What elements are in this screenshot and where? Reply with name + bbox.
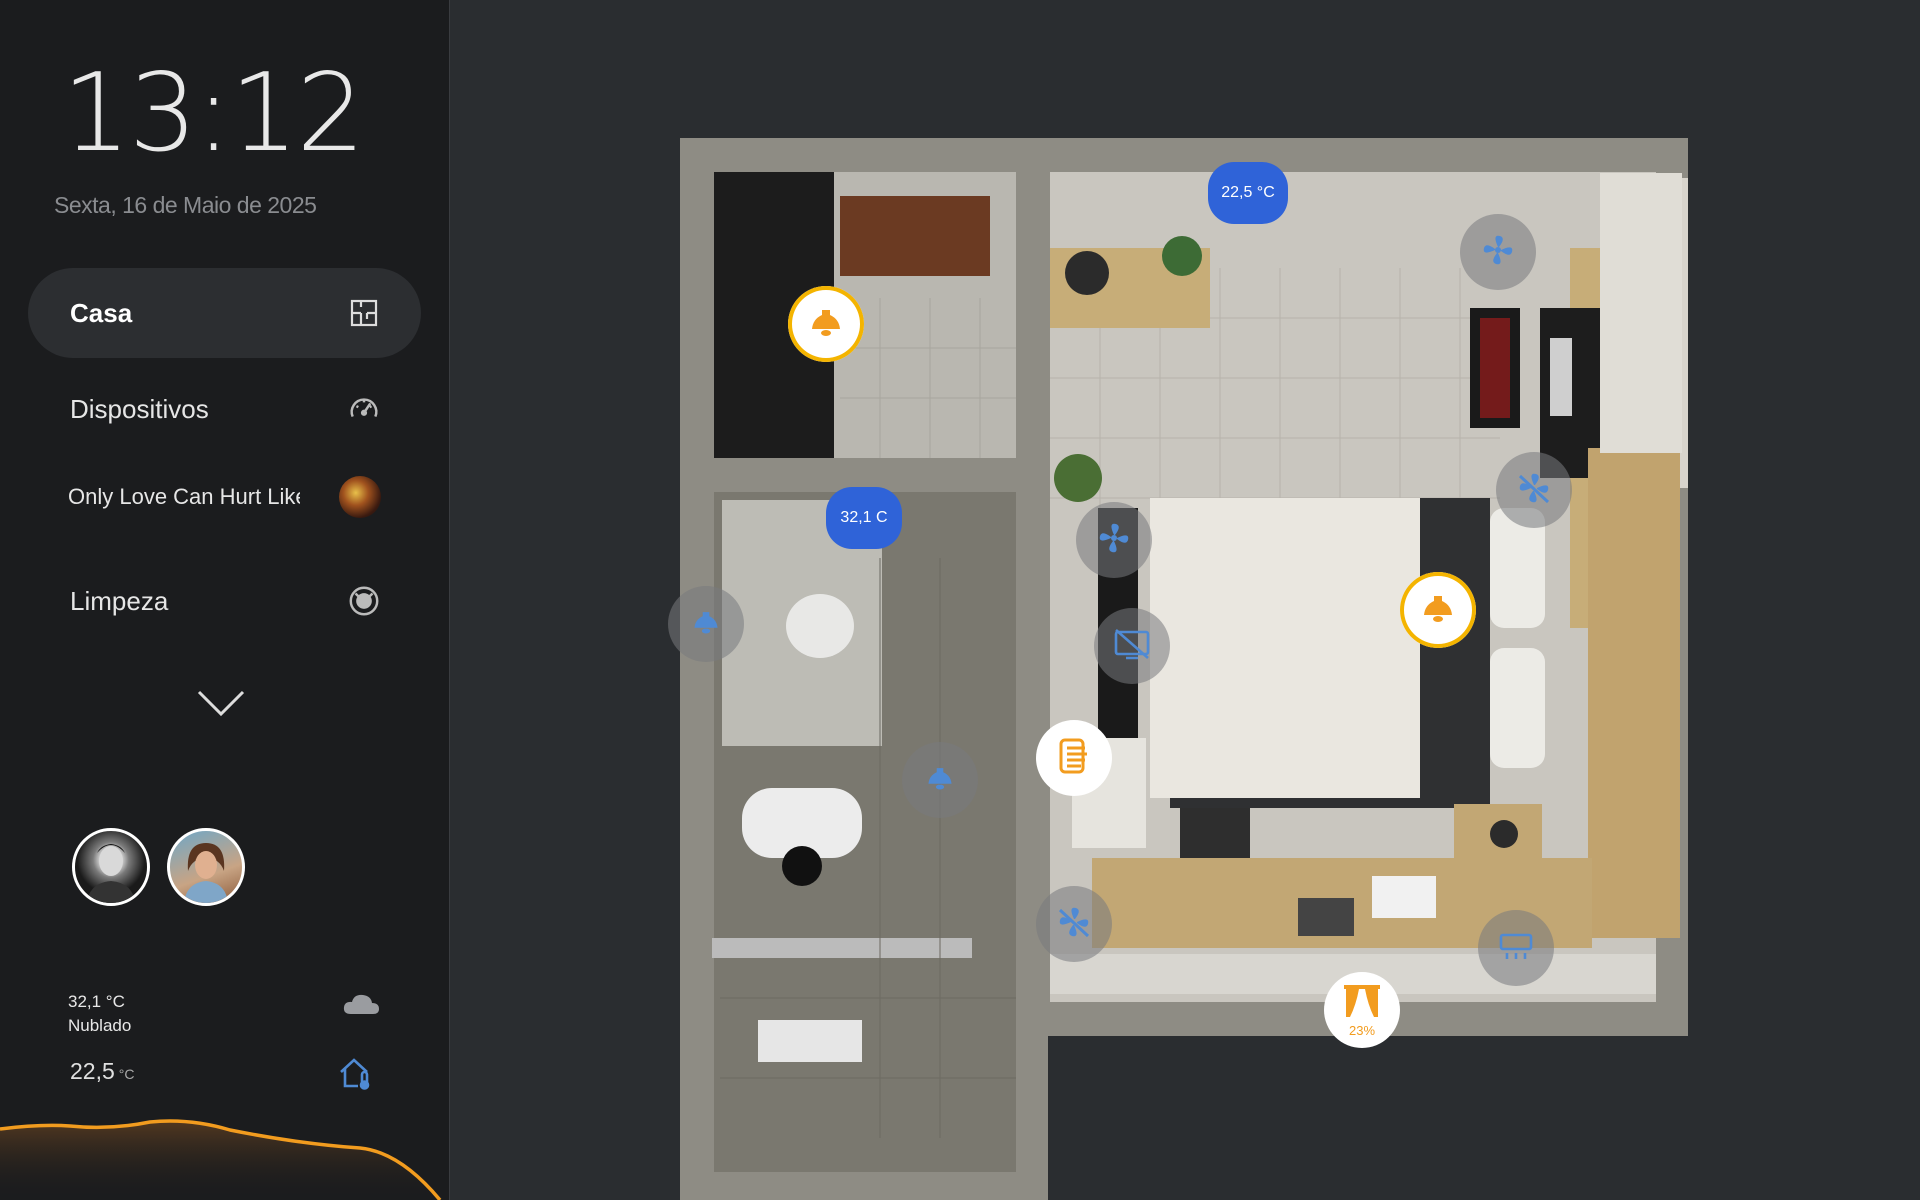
gauge-icon <box>347 392 381 426</box>
sidebar: 13:12 Sexta, 16 de Maio de 2025 Casa Dis… <box>0 0 450 1200</box>
floorplan: 22,5 °C 32,1 C 23% <box>668 138 1690 1200</box>
activity-wave <box>0 1119 442 1200</box>
nav-item-label: Dispositivos <box>70 393 209 424</box>
bedroom-light-button[interactable] <box>1400 572 1476 648</box>
clock-time: 13:12 <box>62 51 365 176</box>
air-conditioner-icon <box>1497 931 1535 966</box>
nav-item-casa[interactable]: Casa <box>28 268 421 358</box>
nav-item-limpeza[interactable]: Limpeza <box>28 556 421 646</box>
bathroom-temperature-chip[interactable]: 32,1 C <box>826 487 902 549</box>
fan-off-icon <box>1514 468 1554 513</box>
chevron-down-icon[interactable] <box>196 688 246 723</box>
fan-button[interactable] <box>1460 214 1536 290</box>
weather-condition: Nublado <box>68 1016 132 1035</box>
clock-date: Sexta, 16 de Maio de 2025 <box>54 192 317 218</box>
curtain-button[interactable]: 23% <box>1324 972 1400 1048</box>
ceiling-light-icon <box>692 609 720 640</box>
indoor-temperature: 22,5 °C <box>70 1058 134 1085</box>
fan-icon <box>1478 230 1518 275</box>
curtain-position: 23% <box>1348 1023 1376 1038</box>
indoor-temperature-unit: °C <box>118 1066 135 1082</box>
dehumidifier-button[interactable] <box>1036 720 1112 796</box>
fan-icon <box>1094 518 1134 563</box>
bedroom-temperature-chip[interactable]: 22,5 °C <box>1208 162 1288 224</box>
ceiling-fan-button[interactable] <box>1076 502 1152 578</box>
bathroom-light-2-button[interactable] <box>902 742 978 818</box>
outdoor-temperature: 32,1 °C <box>68 992 125 1011</box>
nav-item-label: Casa <box>70 297 133 328</box>
bathroom-light-button[interactable] <box>668 586 744 662</box>
nav-item-label: Limpeza <box>70 585 169 616</box>
fan-off-button[interactable] <box>1496 452 1572 528</box>
ac-button[interactable] <box>1478 910 1554 986</box>
closet-light-button[interactable] <box>788 286 864 362</box>
nav-item-dispositivos[interactable]: Dispositivos <box>28 364 421 454</box>
avatar[interactable] <box>167 828 245 906</box>
album-art <box>339 476 381 518</box>
cloud-icon <box>342 992 380 1021</box>
floorplan-icon <box>347 296 381 330</box>
ceiling-light-icon <box>1421 593 1455 628</box>
avatar[interactable] <box>72 828 150 906</box>
air-purifier-icon <box>1055 736 1093 781</box>
ceiling-light-icon <box>926 765 954 796</box>
fan-off-icon <box>1054 902 1094 947</box>
media-title: Only Love Can Hurt Like This <box>68 484 300 509</box>
fan-off-2-button[interactable] <box>1036 886 1112 962</box>
indoor-temperature-value: 22,5 <box>70 1058 115 1084</box>
ceiling-light-icon <box>809 307 843 342</box>
home-thermometer-icon <box>338 1056 374 1095</box>
tv-off-icon <box>1112 626 1152 667</box>
curtain-icon <box>1342 983 1382 1024</box>
tv-button[interactable] <box>1094 608 1170 684</box>
robot-vacuum-icon <box>347 584 381 618</box>
nav-item-media[interactable]: Only Love Can Hurt Like This <box>28 452 421 542</box>
